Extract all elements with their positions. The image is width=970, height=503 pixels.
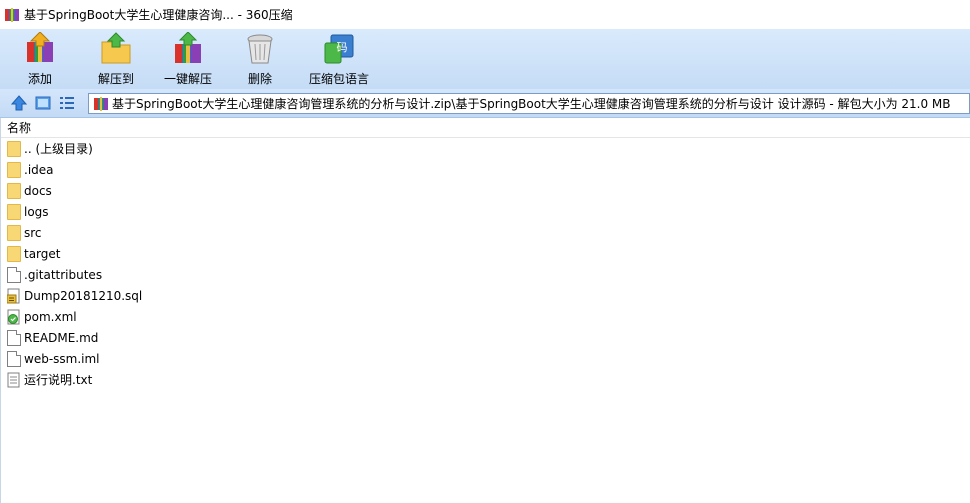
folder-icon — [7, 161, 21, 178]
list-item[interactable]: docs — [1, 180, 970, 201]
address-bar: 基于SpringBoot大学生心理健康咨询管理系统的分析与设计.zip\基于Sp… — [0, 89, 970, 118]
list-item[interactable]: .. (上级目录) — [1, 138, 970, 159]
archive-language-icon: 码 — [322, 32, 356, 66]
delete-button-label: 删除 — [247, 72, 272, 86]
extract-to-icon — [99, 32, 133, 66]
column-header-name-label: 名称 — [7, 121, 32, 135]
file-icon — [7, 266, 21, 283]
add-archive-icon — [23, 31, 57, 66]
list-item[interactable]: Dump20181210.sql — [1, 285, 970, 306]
toolbar: 添加 解压到 一键解压 删除 码 压缩包语言 — [0, 29, 970, 89]
file-name: README.md — [24, 330, 99, 345]
folder-icon — [7, 203, 21, 220]
file-name: 运行说明.txt — [24, 373, 93, 387]
delete-button[interactable]: 删除 — [224, 29, 296, 89]
file-name: .gitattributes — [24, 267, 103, 282]
window-title: 基于SpringBoot大学生心理健康咨询... - 360压缩 — [24, 8, 293, 22]
extract-to-button[interactable]: 解压到 — [80, 29, 152, 89]
list-item[interactable]: 运行说明.txt — [1, 369, 970, 390]
file-icon — [7, 329, 21, 346]
list-item[interactable]: .idea — [1, 159, 970, 180]
list-item[interactable]: web-ssm.iml — [1, 348, 970, 369]
file-name: web-ssm.iml — [24, 351, 100, 366]
file-name: pom.xml — [24, 309, 77, 324]
up-arrow-icon[interactable] — [8, 92, 30, 114]
extract-to-button-label: 解压到 — [97, 72, 134, 86]
zip-archive-icon — [93, 96, 109, 112]
file-list: 名称 .. (上级目录) .idea docs logs src target … — [0, 118, 970, 503]
app-archive-icon — [4, 7, 20, 23]
list-item[interactable]: pom.xml — [1, 306, 970, 327]
file-name: logs — [24, 204, 49, 219]
one-click-extract-button[interactable]: 一键解压 — [152, 29, 224, 89]
file-name: docs — [24, 183, 52, 198]
delete-trash-icon — [243, 32, 277, 66]
file-name: .. (上级目录) — [24, 142, 93, 156]
file-name: src — [24, 225, 42, 240]
one-click-extract-icon — [171, 31, 205, 66]
address-path-field[interactable]: 基于SpringBoot大学生心理健康咨询管理系统的分析与设计.zip\基于Sp… — [88, 93, 970, 114]
column-header-name[interactable]: 名称 — [1, 118, 970, 138]
list-item[interactable]: src — [1, 222, 970, 243]
svg-text:码: 码 — [337, 41, 348, 54]
title-bar: 基于SpringBoot大学生心理健康咨询... - 360压缩 — [0, 0, 970, 29]
list-view-icon[interactable] — [56, 92, 78, 114]
folder-icon — [7, 245, 21, 262]
xml-file-icon — [7, 309, 21, 325]
archive-language-button-label: 压缩包语言 — [308, 72, 369, 86]
file-name: target — [24, 246, 61, 261]
folder-icon — [7, 224, 21, 241]
one-click-extract-button-label: 一键解压 — [163, 72, 212, 86]
file-name: Dump20181210.sql — [24, 288, 143, 303]
file-name: .idea — [24, 162, 54, 177]
thumbnail-view-icon[interactable] — [32, 92, 54, 114]
address-path-text: 基于SpringBoot大学生心理健康咨询管理系统的分析与设计.zip\基于Sp… — [112, 97, 951, 111]
sql-file-icon — [6, 288, 21, 304]
list-item[interactable]: target — [1, 243, 970, 264]
folder-icon — [7, 140, 21, 157]
file-icon — [7, 350, 21, 367]
archive-language-button[interactable]: 码 压缩包语言 — [296, 29, 382, 89]
folder-icon — [7, 182, 21, 199]
add-button[interactable]: 添加 — [0, 29, 80, 89]
list-item[interactable]: .gitattributes — [1, 264, 970, 285]
list-item[interactable]: logs — [1, 201, 970, 222]
list-item[interactable]: README.md — [1, 327, 970, 348]
text-file-icon — [7, 372, 21, 388]
add-button-label: 添加 — [27, 72, 52, 86]
